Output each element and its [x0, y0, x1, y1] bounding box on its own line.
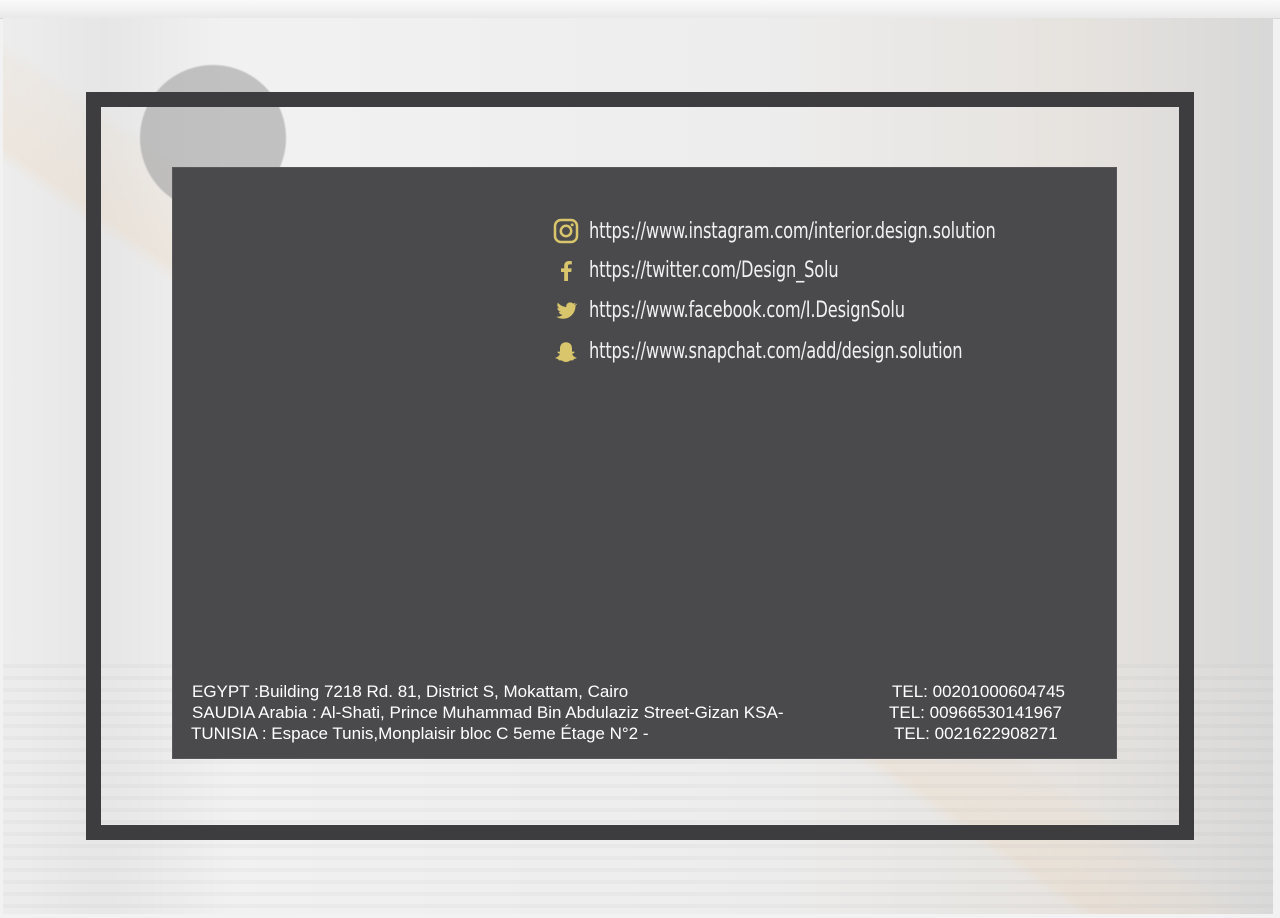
instagram-icon [552, 217, 580, 245]
twitter-icon [552, 296, 580, 324]
tunisia-address: TUNISIA : Espace Tunis,Monplaisir bloc C… [191, 724, 649, 743]
contact-card: https://www.instagram.com/interior.desig… [172, 167, 1117, 759]
instagram-link-text[interactable]: https://www.instagram.com/interior.desig… [589, 219, 996, 244]
saudi-arabia-address: SAUDIA Arabia : Al-Shati, Prince Muhamma… [192, 703, 784, 722]
contact-row-egypt: EGYPT :Building 7218 Rd. 81, District S,… [192, 681, 1092, 702]
social-link-facebook-url[interactable]: https://www.facebook.com/I.DesignSolu [552, 289, 1072, 331]
facebook-link-text[interactable]: https://www.facebook.com/I.DesignSolu [589, 298, 905, 323]
social-link-twitter-url[interactable]: https://twitter.com/Design_Solu [552, 251, 1072, 289]
social-links-list: https://www.instagram.com/interior.desig… [552, 211, 1072, 372]
facebook-icon [552, 256, 580, 284]
contact-row-tunisia: TUNISIA : Espace Tunis,Monplaisir bloc C… [191, 723, 1092, 744]
egypt-address: EGYPT :Building 7218 Rd. 81, District S,… [192, 682, 629, 701]
egypt-phone[interactable]: TEL: 00201000604745 [892, 681, 1065, 702]
saudi-arabia-phone[interactable]: TEL: 00966530141967 [889, 702, 1062, 723]
snapchat-icon [552, 338, 580, 366]
social-link-snapchat[interactable]: https://www.snapchat.com/add/design.solu… [552, 331, 1072, 372]
office-contact-list: EGYPT :Building 7218 Rd. 81, District S,… [191, 681, 1092, 744]
snapchat-link-text[interactable]: https://www.snapchat.com/add/design.solu… [589, 339, 963, 364]
contact-row-saudi-arabia: SAUDIA Arabia : Al-Shati, Prince Muhamma… [192, 702, 1092, 723]
social-link-instagram[interactable]: https://www.instagram.com/interior.desig… [552, 211, 1072, 251]
tunisia-phone[interactable]: TEL: 0021622908271 [894, 723, 1058, 744]
twitter-link-text[interactable]: https://twitter.com/Design_Solu [589, 258, 839, 283]
business-card-screen: https://www.instagram.com/interior.desig… [0, 0, 1280, 918]
top-window-strip [0, 0, 1280, 19]
